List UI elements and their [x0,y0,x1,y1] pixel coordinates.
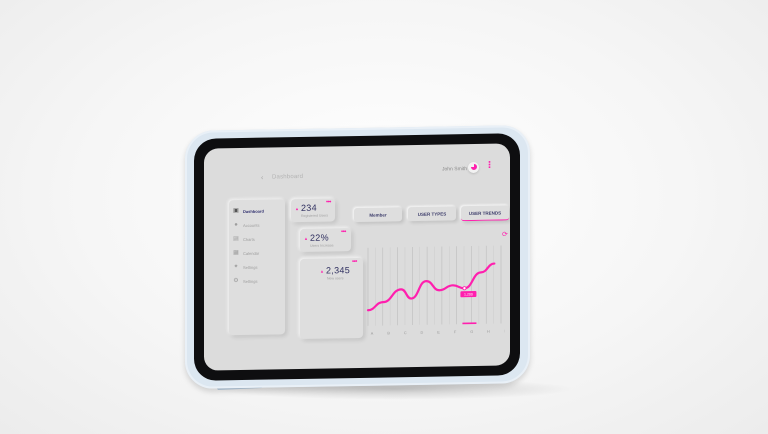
calendar-icon: ▦ [233,250,239,257]
sidebar-item-label: Calendar [243,250,260,256]
stat-label: New users [327,276,344,281]
charts-icon: ▤ [233,236,239,243]
user-trends-chart: 1,200 A B C D E F G H I [362,231,505,341]
sidebar-item-settings-2[interactable]: ⚙ Settings [233,275,283,286]
sidebar-item-dashboard[interactable]: ▣ Dashboard [233,205,283,216]
stat-card-registered-users[interactable]: ▲ 234 Registered Users ••• [291,198,335,223]
sidebar-item-label: Accounts [243,222,260,228]
vertical-dots-icon[interactable]: ⋮ [485,160,494,170]
tablet-bezel: ‹ Dashboard John Smith ⋮ ▣ Dashboard ● A… [194,133,520,381]
sidebar-item-label: Settings [243,278,258,284]
x-tick-label: B [387,331,390,335]
sidebar-item-settings[interactable]: ✦ Settings [233,261,283,272]
user-name[interactable]: John Smith [442,166,467,172]
tab-user-types[interactable]: USER TYPES [408,206,456,222]
tooltip-value: 1,200 [464,292,473,296]
more-dots-icon[interactable]: ••• [352,259,357,265]
sidebar-item-label: Settings [243,264,258,270]
tab-user-trends[interactable]: USER TRENDS [461,205,509,222]
sidebar-item-charts[interactable]: ▤ Charts [233,233,283,244]
x-tick-label: H [487,330,490,334]
trend-up-icon: ▲ [320,268,324,274]
dashboard-icon: ▣ [233,208,239,215]
sidebar-item-calendar[interactable]: ▦ Calendar [233,247,283,258]
chart-tooltip: 1,200 [460,291,477,298]
settings-icon: ✦ [233,264,239,271]
more-dots-icon[interactable]: ••• [326,199,331,205]
stat-label: Users Increase [310,243,334,248]
avatar[interactable] [468,161,479,174]
settings-icon: ⚙ [233,278,239,285]
more-dots-icon[interactable]: ••• [341,229,346,235]
trend-up-icon: ▲ [304,235,308,241]
chart-svg: 1,200 A B C D E F G H I [366,245,505,336]
series-line [366,262,496,312]
stat-value: 2,345 [326,265,351,276]
x-tick-label: G [470,330,473,334]
stat-value: 234 [301,202,317,213]
selection-indicator [462,322,477,325]
stat-label: Registered Users [301,213,329,218]
x-tick-label: F [454,330,457,334]
back-chevron-icon[interactable]: ‹ [261,175,263,182]
accounts-icon: ● [234,222,238,229]
stat-card-users-increase[interactable]: ▲ 22% Users Increase ••• [300,228,351,253]
x-tick-label: D [421,331,424,335]
x-tick-label: C [404,331,407,335]
x-tick-label: E [437,331,440,335]
stat-card-new-users[interactable]: ▲ 2,345 New users ••• [300,257,363,340]
tab-member[interactable]: Member [354,207,402,223]
stat-value: 22% [310,232,329,243]
sidebar-item-label: Charts [243,236,255,242]
product-mockup-scene: ‹ Dashboard John Smith ⋮ ▣ Dashboard ● A… [0,0,768,434]
sidebar-item-label: Dashboard [243,208,264,214]
data-point[interactable] [462,286,467,291]
tablet-device: ‹ Dashboard John Smith ⋮ ▣ Dashboard ● A… [185,124,530,390]
sidebar: ▣ Dashboard ● Accounts ▤ Charts ▦ Calend… [229,199,285,336]
x-tick-label: I [504,329,505,333]
trend-up-icon: ▲ [295,206,299,212]
dashboard-screen: ‹ Dashboard John Smith ⋮ ▣ Dashboard ● A… [204,143,510,371]
sidebar-item-accounts[interactable]: ● Accounts [233,219,283,230]
page-title: Dashboard [272,173,304,181]
x-tick-label: A [371,332,374,336]
